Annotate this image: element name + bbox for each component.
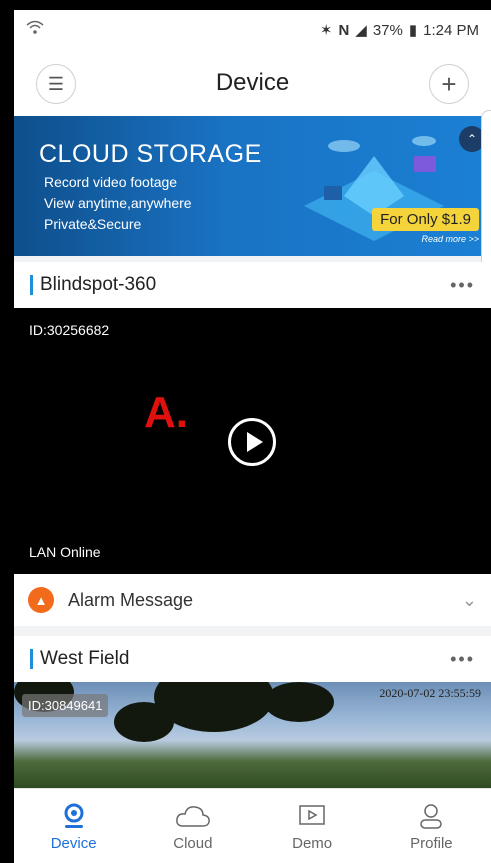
tab-label: Cloud bbox=[173, 834, 213, 852]
camera-snapshot[interactable]: ID:30849641 2020-07-02 23:55:59 bbox=[14, 682, 491, 788]
alarm-label: Alarm Message bbox=[68, 589, 194, 610]
location-pin-icon bbox=[61, 801, 87, 831]
price-badge[interactable]: For Only $1.9 bbox=[372, 208, 479, 231]
cloud-storage-banner[interactable]: CLOUD STORAGE Record video footage View … bbox=[14, 116, 491, 256]
app-header: ☰ Device + bbox=[14, 50, 491, 116]
device-name: Blindspot-360 bbox=[40, 274, 157, 295]
tab-label: Device bbox=[50, 834, 97, 852]
banner-title: CLOUD STORAGE bbox=[39, 140, 262, 168]
tree-foliage bbox=[264, 682, 334, 722]
menu-button[interactable]: ☰ bbox=[36, 64, 76, 104]
read-more-link[interactable]: Read more >> bbox=[421, 234, 479, 244]
list-icon: ☰ bbox=[47, 73, 65, 94]
accent-bar bbox=[30, 275, 33, 295]
connection-status: LAN Online bbox=[29, 544, 101, 560]
tab-profile[interactable]: Profile bbox=[372, 789, 491, 863]
tab-device[interactable]: Device bbox=[14, 789, 133, 863]
clock: 1:24 PM bbox=[423, 21, 479, 39]
banner-line-3: Private&Secure bbox=[44, 216, 142, 232]
accent-bar bbox=[30, 649, 33, 669]
bottom-tab-bar: Device Cloud Demo Profile bbox=[14, 788, 491, 863]
banner-line-2: View anytime,anywhere bbox=[44, 195, 192, 211]
device-header: Blindspot-360 ••• bbox=[14, 262, 491, 308]
more-options-button[interactable]: ••• bbox=[450, 649, 475, 670]
bluetooth-icon: ✶ bbox=[319, 22, 333, 39]
device-name: West Field bbox=[40, 648, 130, 669]
nfc-icon: N bbox=[338, 21, 350, 39]
device-id: ID:30849641 bbox=[22, 694, 109, 717]
scroll-handle[interactable] bbox=[481, 110, 491, 270]
status-bar: ✶ N ◢ 37% ▮ 1:24 PM bbox=[14, 10, 491, 50]
tab-cloud[interactable]: Cloud bbox=[133, 789, 252, 863]
page-title: Device bbox=[215, 69, 290, 96]
plus-icon: + bbox=[441, 68, 457, 99]
play-icon[interactable] bbox=[228, 418, 276, 466]
alarm-message-row[interactable]: ▲ Alarm Message ⌄ bbox=[14, 574, 491, 626]
tab-label: Demo bbox=[292, 834, 333, 852]
alarm-icon: ▲ bbox=[28, 587, 54, 613]
wifi-icon bbox=[26, 20, 320, 40]
snapshot-timestamp: 2020-07-02 23:55:59 bbox=[379, 686, 481, 700]
chevron-down-icon[interactable]: ⌄ bbox=[462, 590, 477, 611]
battery-icon: ▮ bbox=[408, 22, 418, 39]
signal-icon: ◢ bbox=[355, 22, 367, 39]
add-device-button[interactable]: + bbox=[429, 64, 469, 104]
banner-line-1: Record video footage bbox=[44, 174, 178, 190]
phone-screen: ✶ N ◢ 37% ▮ 1:24 PM ☰ Device + CLOUD STO… bbox=[14, 10, 491, 863]
more-options-button[interactable]: ••• bbox=[450, 275, 475, 296]
tab-demo[interactable]: Demo bbox=[253, 789, 372, 863]
chevron-double-up-icon: ⌃ bbox=[466, 132, 478, 146]
tree-foliage bbox=[114, 702, 174, 742]
tab-label: Profile bbox=[410, 834, 453, 852]
play-square-icon bbox=[298, 801, 326, 831]
battery-percent: 37% bbox=[372, 21, 403, 39]
cloud-icon bbox=[175, 801, 211, 831]
device-header: West Field ••• bbox=[14, 636, 491, 682]
video-preview[interactable]: ID:30256682 A. LAN Online bbox=[14, 308, 491, 574]
annotation-label: A. bbox=[144, 388, 188, 437]
person-icon bbox=[418, 801, 444, 831]
device-id: ID:30256682 bbox=[29, 322, 110, 338]
